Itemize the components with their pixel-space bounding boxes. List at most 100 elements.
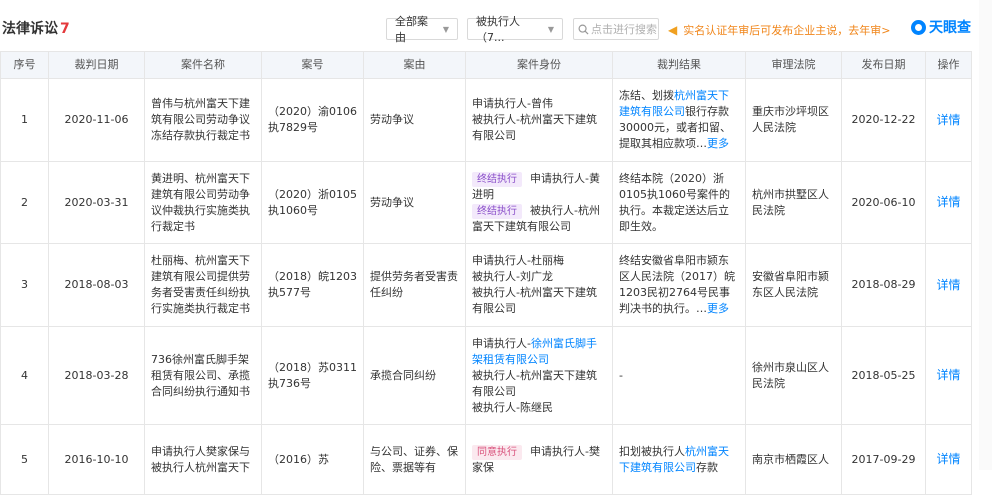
row-number: 1 — [0, 78, 49, 162]
cause-filter-dropdown[interactable]: 全部案由 ▼ — [386, 15, 458, 44]
identity-line: 申请执行人-徐州富氏脚手架租赁有限公司 — [472, 336, 606, 368]
lawsuit-table: 序号 裁判日期 案件名称 案号 案由 案件身份 裁判结果 审理法院 发布日期 操… — [0, 51, 972, 495]
case-cause: 劳动争议 — [363, 161, 466, 244]
table-row: 2 2020-03-31 黄进明、杭州富天下建筑有限公司劳动争议仲裁执行实施类执… — [0, 161, 972, 244]
identity-line: 被执行人-杭州富天下建筑有限公司 — [472, 113, 597, 142]
case-name: 曾伟与杭州富天下建筑有限公司劳动争议冻结存款执行裁定书 — [144, 78, 262, 162]
case-number: （2018）皖1203执577号 — [261, 243, 364, 327]
detail-link[interactable]: 详情 — [936, 278, 960, 292]
case-name: 申请执行人樊家保与被执行人杭州富天下 — [144, 424, 262, 495]
search-input[interactable] — [591, 22, 657, 36]
detail-link[interactable]: 详情 — [936, 195, 960, 209]
section-header: 法律诉讼7 全部案由 ▼ 被执行人（7... ▼ ◀ 实名认证年审后可发布企业主说，… — [0, 0, 992, 44]
logo-text: 天眼查 — [929, 20, 971, 36]
column-header: 案由 — [363, 51, 466, 79]
identity-filter-dropdown[interactable]: 被执行人（7... ▼ — [467, 15, 563, 44]
cause-filter-label: 全部案由 — [395, 15, 428, 44]
judgment-result: 冻结、划拨杭州富天下建筑有限公司银行存款30000元，或者扣留、提取其相应款项…… — [612, 78, 746, 162]
result-text: 存款 — [696, 460, 718, 474]
case-number: （2020）浙0105执1060号 — [261, 161, 364, 244]
detail-link[interactable]: 详情 — [936, 452, 960, 466]
case-name: 736徐州富氏脚手架租赁有限公司、承揽合同纠纷执行通知书 — [144, 326, 262, 425]
court: 重庆市沙坪坝区人民法院 — [745, 78, 842, 162]
judgment-date: 2020-11-06 — [48, 78, 145, 162]
status-badge: 终结执行 — [472, 171, 522, 187]
table-row: 1 2020-11-06 曾伟与杭州富天下建筑有限公司劳动争议冻结存款执行裁定书… — [0, 78, 972, 162]
more-link[interactable]: 更多 — [707, 137, 729, 150]
logo-mark-icon — [911, 19, 926, 35]
identity-line: 被执行人-杭州富天下建筑有限公司 — [472, 368, 597, 398]
detail-cell: 详情 — [925, 243, 972, 327]
case-name: 黄进明、杭州富天下建筑有限公司劳动争议仲裁执行实施类执行裁定书 — [144, 161, 262, 244]
column-header: 序号 — [0, 51, 49, 79]
judgment-result: 终结安徽省阜阳市颍东区人民法院（2017）皖1203民初2764号民事判决书的执… — [612, 243, 746, 327]
column-header: 发布日期 — [841, 51, 926, 79]
table-row: 3 2018-08-03 杜丽梅、杭州富天下建筑有限公司提供劳务者受害责任纠纷执… — [0, 243, 972, 327]
publish-date: 2017-09-29 — [841, 424, 926, 495]
court: 安徽省阜阳市颍东区人民法院 — [745, 243, 842, 327]
detail-link[interactable]: 详情 — [936, 113, 960, 127]
case-cause: 提供劳务者受害责任纠纷 — [363, 243, 466, 327]
notice-text: 实名认证年审后可发布企业主说，去年审> — [683, 24, 891, 37]
publish-date: 2018-05-25 — [841, 326, 926, 425]
detail-link[interactable]: 详情 — [936, 368, 960, 382]
search-box[interactable] — [573, 18, 659, 40]
caret-down-icon: ▼ — [547, 24, 554, 34]
court: 杭州市拱墅区人民法院 — [745, 161, 842, 244]
case-identity: 同意执行 申请执行人-樊家保 — [465, 424, 613, 495]
bell-icon: ◀ — [668, 23, 678, 37]
identity-line: 申请执行人-曾伟 — [472, 97, 553, 110]
case-name: 杜丽梅、杭州富天下建筑有限公司提供劳务者受害责任纠纷执行实施类执行裁定书 — [144, 243, 262, 327]
section-title-text: 法律诉讼 — [2, 21, 58, 37]
identity-line: 被执行人-刘广龙 — [472, 270, 553, 283]
row-number: 2 — [0, 161, 49, 244]
identity-line: 被执行人-杭州富天下建筑有限公司 — [472, 286, 597, 315]
identity-text: 申请执行人- — [472, 336, 531, 350]
detail-cell: 详情 — [925, 326, 972, 425]
identity-line: 被执行人-陈继民 — [472, 400, 553, 414]
annual-review-notice-link[interactable]: ◀ 实名认证年审后可发布企业主说，去年审> — [668, 22, 890, 38]
more-link[interactable]: 更多 — [707, 302, 729, 315]
scrollbar-track[interactable] — [979, 0, 992, 470]
court: 徐州市泉山区人民法院 — [745, 326, 842, 425]
case-number: （2016）苏 — [261, 424, 364, 495]
detail-cell: 详情 — [925, 424, 972, 495]
result-text: 扣划被执行人 — [619, 444, 685, 458]
identity-line: 申请执行人-杜丽梅 — [472, 254, 564, 267]
publish-date: 2020-12-22 — [841, 78, 926, 162]
status-badge: 终结执行 — [472, 203, 522, 219]
case-identity: 申请执行人-杜丽梅 被执行人-刘广龙 被执行人-杭州富天下建筑有限公司 — [465, 243, 613, 327]
column-header: 案件名称 — [144, 51, 262, 79]
row-number: 5 — [0, 424, 49, 495]
case-cause: 劳动争议 — [363, 78, 466, 162]
identity-line: 终结执行 申请执行人-黄进明 — [472, 171, 606, 203]
case-count: 7 — [60, 21, 70, 37]
column-header: 案件身份 — [465, 51, 613, 79]
judgment-date: 2016-10-10 — [48, 424, 145, 495]
court: 南京市栖霞区人 — [745, 424, 842, 495]
publish-date: 2020-06-10 — [841, 161, 926, 244]
table-row: 5 2016-10-10 申请执行人樊家保与被执行人杭州富天下 （2016）苏 … — [0, 424, 972, 495]
column-header: 裁判日期 — [48, 51, 145, 79]
column-header: 操作 — [925, 51, 972, 79]
case-number: （2020）渝0106执7829号 — [261, 78, 364, 162]
column-header: 案号 — [261, 51, 364, 79]
row-number: 3 — [0, 243, 49, 327]
publish-date: 2018-08-29 — [841, 243, 926, 327]
column-header: 裁判结果 — [612, 51, 746, 79]
status-badge: 同意执行 — [472, 444, 522, 460]
section-title: 法律诉讼 7 — [2, 18, 70, 38]
identity-filter-label: 被执行人（7... — [476, 15, 520, 44]
judgment-result: 终结本院（2020）浙0105执1060号案件的执行。本裁定送达后立即生效。 — [612, 161, 746, 244]
tianyancha-logo: 天眼查 — [911, 17, 971, 37]
judgment-date: 2018-08-03 — [48, 243, 145, 327]
detail-cell: 详情 — [925, 161, 972, 244]
table-header-row: 序号 裁判日期 案件名称 案号 案由 案件身份 裁判结果 审理法院 发布日期 操… — [0, 51, 972, 79]
case-identity: 申请执行人-徐州富氏脚手架租赁有限公司 被执行人-杭州富天下建筑有限公司 被执行… — [465, 326, 613, 425]
case-cause: 承揽合同纠纷 — [363, 326, 466, 425]
judgment-result: - — [612, 326, 746, 425]
detail-cell: 详情 — [925, 78, 972, 162]
judgment-result: 扣划被执行人杭州富天下建筑有限公司存款 — [612, 424, 746, 495]
judgment-date: 2020-03-31 — [48, 161, 145, 244]
case-identity: 终结执行 申请执行人-黄进明 终结执行 被执行人-杭州富天下建筑有限公司 — [465, 161, 613, 244]
